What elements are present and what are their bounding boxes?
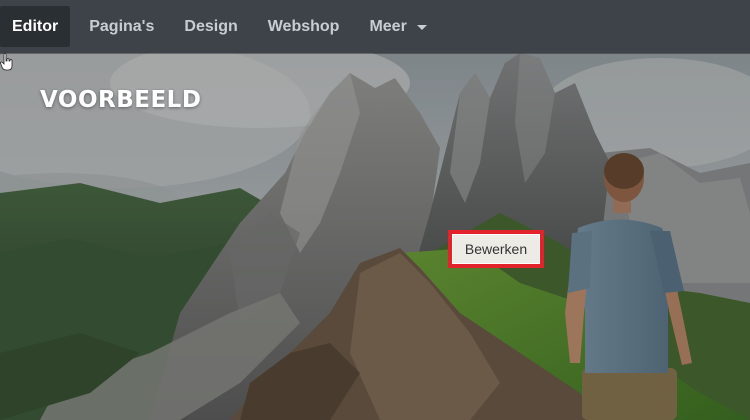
nav-item-editor-label: Editor	[12, 17, 59, 35]
nav-item-pages[interactable]: Pagina's	[74, 0, 169, 53]
nav-item-more-label: Meer	[369, 17, 407, 35]
hand-pointer-icon	[0, 53, 13, 71]
nav-item-editor[interactable]: Editor	[0, 6, 71, 47]
edit-button[interactable]: Bewerken	[452, 234, 540, 264]
nav-item-more[interactable]: Meer	[354, 0, 441, 53]
chevron-down-icon	[416, 25, 427, 30]
nav-item-webshop[interactable]: Webshop	[253, 0, 355, 53]
nav-item-design[interactable]: Design	[169, 0, 252, 53]
nav-item-design-label: Design	[184, 17, 238, 35]
hero-title[interactable]: VOORBEELD	[40, 87, 201, 113]
edit-button-highlighted[interactable]: Bewerken	[448, 230, 544, 268]
hero-header-image[interactable]: VOORBEELD Bewerken	[0, 53, 750, 420]
nav-item-pages-label: Pagina's	[89, 17, 155, 35]
edit-button-label: Bewerken	[464, 241, 528, 257]
website-editor: Editor Pagina's Design Webshop Meer VOOR…	[0, 0, 750, 420]
top-navigation-bar: Editor Pagina's Design Webshop Meer	[0, 0, 750, 53]
nav-item-webshop-label: Webshop	[267, 17, 340, 35]
